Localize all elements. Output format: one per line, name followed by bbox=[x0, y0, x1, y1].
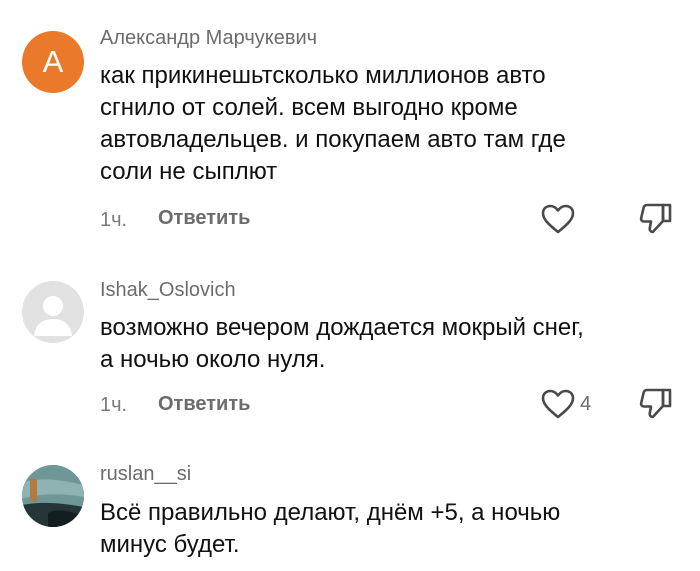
avatar[interactable]: A bbox=[22, 31, 84, 93]
comment-text-line: соли не сыплют bbox=[100, 158, 278, 185]
heart-icon bbox=[541, 204, 575, 234]
comment-text-line: а ночью около нуля. bbox=[100, 346, 326, 373]
thumbs-down-icon bbox=[639, 203, 672, 234]
comment-text-line: как прикинешьтсколько миллионов авто bbox=[100, 62, 546, 89]
like-button[interactable] bbox=[540, 203, 576, 235]
avatar-letter: A bbox=[42, 44, 64, 79]
comment-author[interactable]: Александр Марчукевич bbox=[100, 27, 317, 50]
comment-text-line: минус будет. bbox=[100, 531, 240, 558]
comment-time: 1ч. bbox=[100, 394, 128, 416]
dislike-button[interactable] bbox=[637, 386, 675, 420]
comment-text: Всё правильно делают, днём +5, а ночью м… bbox=[100, 497, 690, 561]
comment-text: как прикинешьтсколько миллионов авто сгн… bbox=[100, 60, 690, 188]
thumbs-down-icon bbox=[639, 388, 672, 419]
comment-text-line: сгнило от солей. всем выгодно кроме bbox=[100, 94, 518, 121]
photo-avatar bbox=[22, 465, 84, 527]
comment-text: возможно вечером дождается мокрый снег, … bbox=[100, 312, 690, 376]
avatar[interactable] bbox=[22, 465, 84, 527]
reply-button[interactable]: Ответить bbox=[158, 207, 250, 230]
comment-text-line: Всё правильно делают, днём +5, а ночью bbox=[100, 499, 561, 526]
comment-text-line: возможно вечером дождается мокрый снег, bbox=[100, 314, 584, 341]
comment-author[interactable]: ruslan__si bbox=[100, 463, 191, 486]
comment-author[interactable]: Ishak_Oslovich bbox=[100, 279, 236, 302]
comment-time: 1ч. bbox=[100, 209, 128, 231]
avatar[interactable] bbox=[22, 281, 84, 343]
comment-text-line: автовладельцев. и покупаем авто там где bbox=[100, 126, 566, 153]
reply-button[interactable]: Ответить bbox=[158, 393, 250, 416]
heart-icon bbox=[541, 389, 575, 419]
default-avatar-icon bbox=[34, 296, 72, 336]
dislike-button[interactable] bbox=[637, 201, 675, 235]
like-count: 4 bbox=[580, 393, 592, 415]
like-button[interactable] bbox=[540, 388, 576, 420]
